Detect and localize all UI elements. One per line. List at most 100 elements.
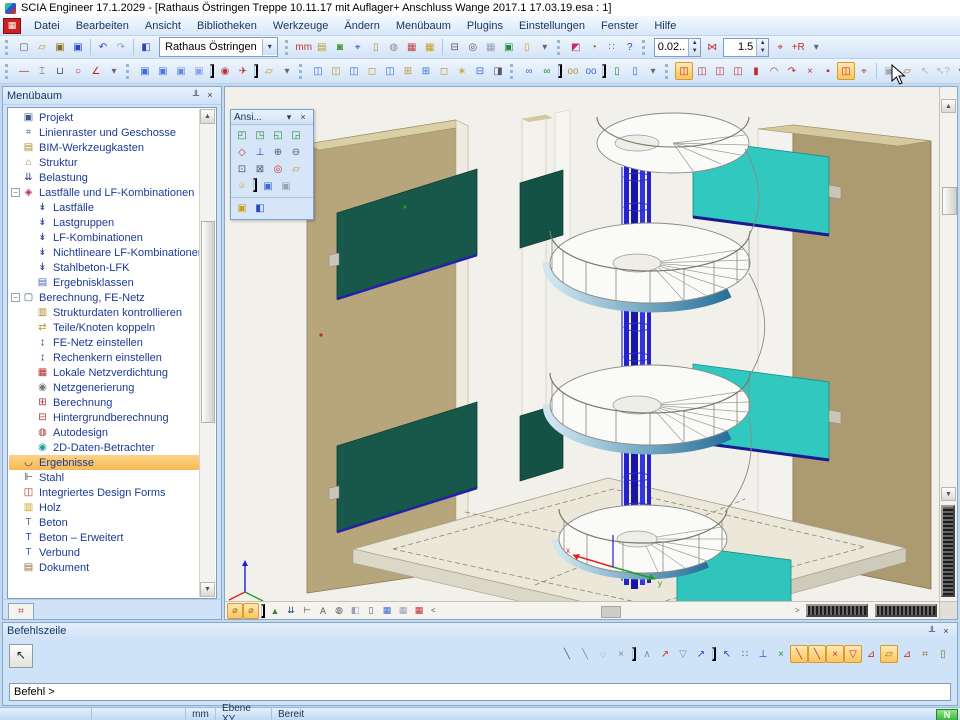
print-icon[interactable]: ⊟ (446, 38, 464, 56)
redo-icon[interactable]: ↷ (112, 38, 130, 56)
cursor-question-icon[interactable]: ↖? (934, 62, 952, 80)
tree-item-beton-erweitert[interactable]: T Beton – Erweitert (9, 530, 200, 545)
ucs-icon[interactable]: ⊥ (251, 144, 269, 161)
results-deform-icon[interactable]: ◫ (729, 62, 747, 80)
tree-item-lastgruppen[interactable]: ↡ Lastgruppen (9, 215, 200, 230)
toolbar-handle[interactable] (642, 40, 649, 55)
fly-mode-icon[interactable]: ✈ (234, 62, 252, 80)
close-icon[interactable]: × (939, 625, 953, 638)
tree-item-nichtlineare[interactable]: ↡ Nichtlineare LF-Kombinationen (9, 245, 200, 260)
toolbar-handle[interactable] (510, 64, 517, 79)
menu-item[interactable]: Datei (26, 18, 68, 34)
copy-part-icon[interactable]: ▣ (172, 62, 190, 80)
results-delete-icon[interactable]: × (801, 62, 819, 80)
tree-item-rechenkern[interactable]: ↨ Rechenkern einstellen (9, 350, 200, 365)
table-gray-icon[interactable]: ▦ (395, 603, 411, 619)
tree-item-fenetz-einstellen[interactable]: ↨ FE-Netz einstellen (9, 335, 200, 350)
results-refresh-icon[interactable]: ↷ (783, 62, 801, 80)
hinge-toggle-icon[interactable]: ⊞ (399, 62, 417, 80)
spinner-arrows[interactable]: ▲▼ (756, 39, 768, 56)
weight-display-icon[interactable]: ◍ (331, 603, 347, 619)
scroll-thumb[interactable] (201, 221, 215, 423)
menubaum-tab[interactable]: ⌗ (8, 603, 34, 619)
tree-item-2d-daten[interactable]: ◉ 2D-Daten-Betrachter (9, 440, 200, 455)
new-project-icon[interactable]: ▢ (15, 38, 33, 56)
chevron-down-icon[interactable]: ▾ (262, 39, 277, 55)
toolbar-handle[interactable] (299, 64, 306, 79)
copy-add-icon[interactable]: ▣ (154, 62, 172, 80)
loads-display-icon[interactable]: ⇊ (283, 603, 299, 619)
copy-attributes-icon[interactable]: ▣ (136, 62, 154, 80)
zoom-selection-icon[interactable]: ◔ (585, 38, 603, 56)
notification-badge[interactable]: N (936, 709, 958, 720)
snap-nearest-icon[interactable]: ▽ (844, 645, 862, 663)
results-stress-icon[interactable]: ▮ (747, 62, 765, 80)
dimension-toggle-icon[interactable]: ◻ (435, 62, 453, 80)
tree-item-hintergrund[interactable]: ⊟ Hintergrundberechnung (9, 410, 200, 425)
cross-cursor-icon[interactable]: ⌖ (771, 38, 789, 56)
overflow-icon[interactable]: ▾ (536, 38, 554, 56)
tree-item-holz[interactable]: ▥ Holz (9, 500, 200, 515)
tree-item-stahl[interactable]: ⊩ Stahl (9, 470, 200, 485)
overflow-icon[interactable]: ▾ (278, 62, 296, 80)
tree-item-verbund[interactable]: T Verbund (9, 545, 200, 560)
tree-scrollbar[interactable]: ▲ ▼ (199, 109, 215, 597)
menu-item[interactable]: Einstellungen (511, 18, 593, 34)
binoculars-icon[interactable]: oo (564, 62, 582, 80)
snap-close-icon[interactable]: × (612, 645, 630, 663)
zoom-window-icon[interactable]: ⊡ (233, 161, 251, 178)
gallery-icon[interactable]: ▣ (500, 38, 518, 56)
toolbar-handle[interactable] (285, 40, 292, 55)
cursor-select-icon[interactable]: ↖ (916, 62, 934, 80)
tree-item-ergebnisklassen[interactable]: ▤ Ergebnisklassen (9, 275, 200, 290)
view-top-icon[interactable]: ◰ (233, 127, 251, 144)
snap-arc-icon[interactable]: ⊿ (898, 645, 916, 663)
volumes-display-icon[interactable]: ◧ (347, 603, 363, 619)
results-shear-icon[interactable]: ◫ (693, 62, 711, 80)
scroll-down-icon[interactable]: ▼ (200, 582, 215, 597)
tree-expander[interactable]: − (11, 293, 20, 302)
tree-item-lastfaelle[interactable]: ↡ Lastfälle (9, 200, 200, 215)
snap-track-icon[interactable]: ↖ (718, 645, 736, 663)
hscroll-thumb[interactable] (601, 606, 621, 618)
tree-item-design-forms[interactable]: ◫ Integriertes Design Forms (9, 485, 200, 500)
snap-list-icon[interactable]: ▯ (934, 645, 952, 663)
overflow-icon[interactable]: ▾ (644, 62, 662, 80)
model-display-icon[interactable]: ▯ (363, 603, 379, 619)
results-moment-icon[interactable]: ◫ (711, 62, 729, 80)
model-viewport[interactable]: x y Ansi... ▾ × ◰◳◱◲◇⊥⊕⊖⊡⊠◎▱⌾▣▣ ▣◧ (224, 86, 958, 620)
layers-icon[interactable]: ▤ (313, 38, 331, 56)
snap-intersection-icon[interactable]: × (826, 645, 844, 663)
copy-green-icon[interactable]: ▯ (608, 62, 626, 80)
rotate-wheel[interactable] (875, 604, 937, 617)
zoom-out-icon[interactable]: ⊖ (287, 144, 305, 161)
move-ucs-icon[interactable]: ⌖ (855, 62, 873, 80)
menu-item[interactable]: Menübaum (388, 18, 459, 34)
save-icon[interactable]: ▣ (69, 38, 87, 56)
selection-mode-button[interactable]: ↖ (9, 644, 33, 668)
supports-display-icon[interactable]: ⊢ (299, 603, 315, 619)
tree-item-lastfaelle-komb[interactable]: − ◈ Lastfälle und LF-Kombinationen (9, 185, 200, 200)
view-axo-icon[interactable]: ◲ (287, 127, 305, 144)
activity-icon[interactable]: ◙ (331, 38, 349, 56)
menu-item[interactable]: Bearbeiten (68, 18, 137, 34)
pan-wheel[interactable] (806, 604, 868, 617)
filter-icon[interactable]: ◩ (567, 38, 585, 56)
print-preview-icon[interactable]: ◎ (464, 38, 482, 56)
tree-item-koppeln[interactable]: ⇄ Teile/Knoten koppeln (9, 320, 200, 335)
open-project-icon[interactable]: ▱ (33, 38, 51, 56)
table-red-icon[interactable]: ▦ (411, 603, 427, 619)
snap-arrow-blue-icon[interactable]: ↗ (692, 645, 710, 663)
snap-line2-icon[interactable]: ╲ (576, 645, 594, 663)
clip-back-icon[interactable]: ⌀ (243, 603, 259, 619)
toolbar-handle[interactable] (557, 40, 564, 55)
paste-blue-icon[interactable]: ▯ (626, 62, 644, 80)
clip-box-icon[interactable]: ▣ (233, 200, 251, 217)
tree-item-struktur[interactable]: ⌂ Struktur (9, 155, 200, 170)
snap-scale-icon[interactable]: ⋈ (703, 38, 721, 56)
light-icon[interactable]: ⌾ (233, 178, 251, 195)
scale-input[interactable]: 0.02.. ▲▼ (654, 38, 702, 57)
load-toggle-icon[interactable]: ◫ (381, 62, 399, 80)
pin-icon[interactable]: ╨ (189, 89, 203, 102)
tree-item-stahlbeton-lfk[interactable]: ↡ Stahlbeton-LFK (9, 260, 200, 275)
